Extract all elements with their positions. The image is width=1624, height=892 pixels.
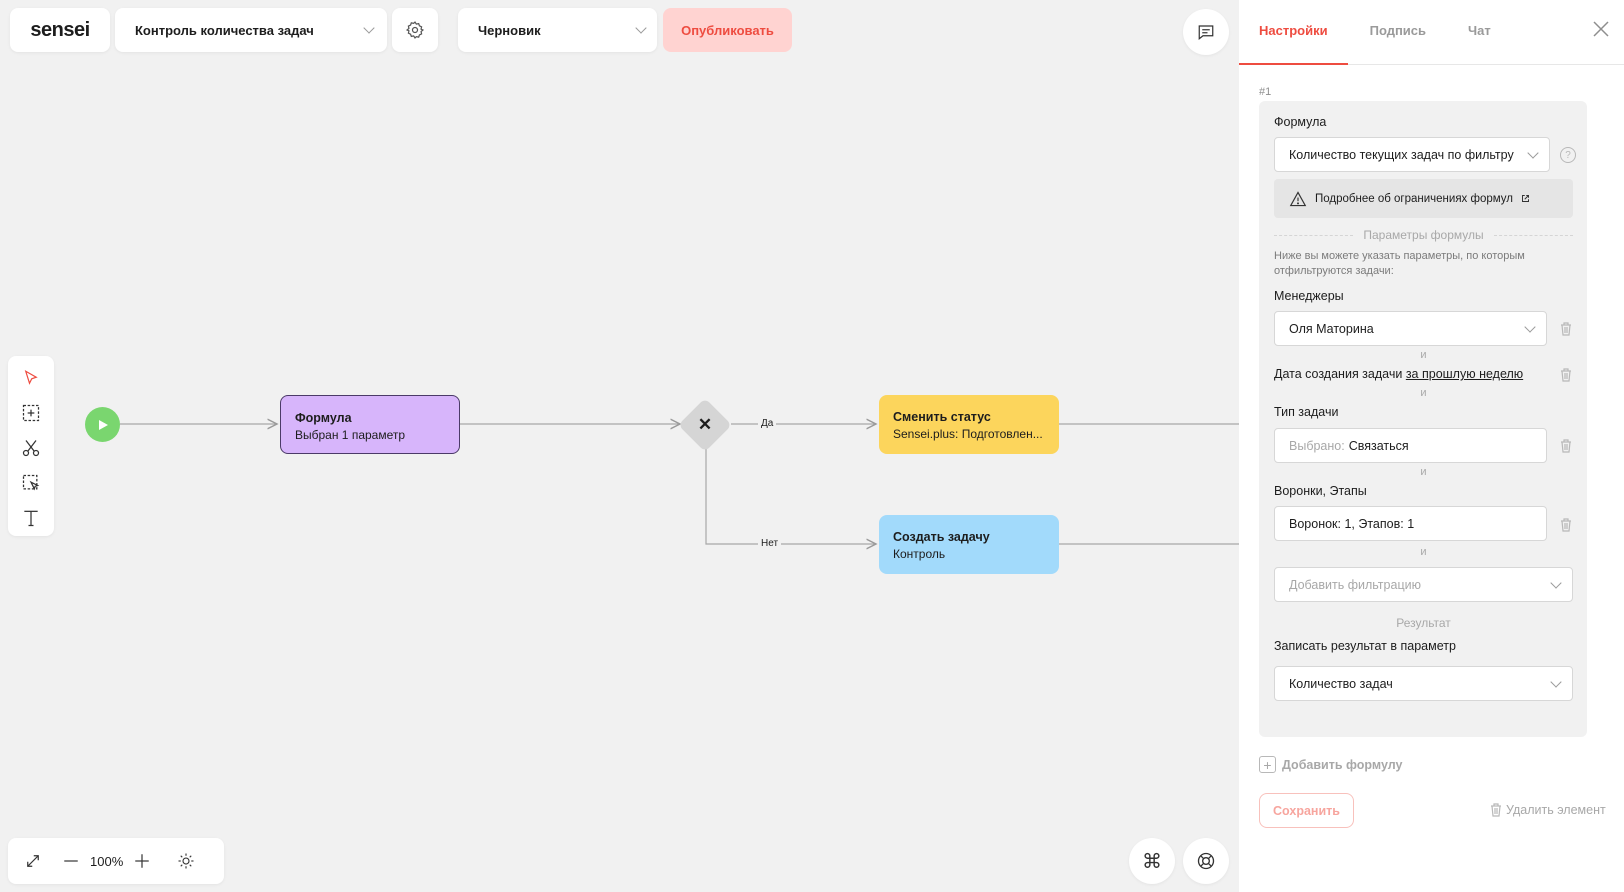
help-button[interactable]: [1183, 838, 1229, 884]
result-divider: Результат: [1274, 616, 1573, 630]
close-x-icon: ✕: [697, 415, 713, 434]
and-connector: и: [1420, 387, 1427, 399]
add-filter-placeholder: Добавить фильтрацию: [1289, 577, 1421, 592]
and-connector: и: [1420, 349, 1427, 361]
node-title: Создать задачу: [893, 530, 990, 544]
plus-icon: [135, 854, 149, 868]
funnels-label: Воронки, Этапы: [1274, 484, 1367, 498]
formula-limits-link[interactable]: Подробнее об ограничениях формул: [1274, 179, 1573, 218]
command-icon: ⌘: [1142, 850, 1162, 873]
funnels-value: Воронок: 1, Этапов: 1: [1289, 516, 1415, 531]
and-connector: и: [1420, 546, 1427, 558]
settings-panel: Настройки Подпись Чат #1 Формула Количес…: [1239, 0, 1624, 892]
result-label: Записать результат в параметр: [1274, 639, 1456, 653]
and-connector: и: [1420, 466, 1427, 478]
tab-settings[interactable]: Настройки: [1239, 23, 1348, 65]
edge-label-no: Нет: [758, 538, 782, 549]
node-create-task[interactable]: Создать задачу Контроль: [879, 515, 1059, 574]
save-button[interactable]: Сохранить: [1259, 793, 1354, 828]
add-filter-select[interactable]: Добавить фильтрацию: [1274, 567, 1573, 602]
node-title: Сменить статус: [893, 410, 991, 424]
formula-limits-text: Подробнее об ограничениях формул: [1315, 192, 1513, 205]
task-type-select[interactable]: Выбрано: Связаться: [1274, 428, 1547, 463]
chevron-down-icon: [1524, 320, 1536, 333]
task-type-label: Тип задачи: [1274, 405, 1339, 419]
help-icon[interactable]: ?: [1560, 147, 1576, 163]
minus-icon: [64, 860, 78, 862]
chevron-down-icon: [1550, 675, 1562, 688]
sun-icon: [178, 853, 194, 869]
add-formula-label: Добавить формулу: [1282, 757, 1403, 772]
chevron-down-icon: [1550, 576, 1562, 589]
params-divider-label: Параметры формулы: [1363, 228, 1484, 242]
close-icon[interactable]: [1592, 20, 1610, 38]
zoom-out-button[interactable]: [58, 848, 84, 874]
managers-select[interactable]: Оля Маторина: [1274, 311, 1547, 346]
result-param-select[interactable]: Количество задач: [1274, 666, 1573, 701]
start-node[interactable]: [85, 407, 120, 442]
result-value: Количество задач: [1289, 676, 1393, 691]
zoom-bar: 100%: [8, 838, 224, 884]
node-subtitle: Sensei.plus: Подготовлен...: [893, 427, 1043, 441]
node-change-status[interactable]: Сменить статус Sensei.plus: Подготовлен.…: [879, 395, 1059, 454]
result-divider-label: Результат: [1396, 616, 1451, 630]
delete-element-label: Удалить элемент: [1506, 803, 1606, 817]
external-link-icon: [1522, 195, 1529, 202]
trash-icon[interactable]: [1560, 439, 1572, 453]
date-label: Дата создания задачи: [1274, 367, 1403, 381]
fit-screen-button[interactable]: [20, 848, 46, 874]
plus-icon: +: [1259, 756, 1276, 773]
delete-element-button[interactable]: Удалить элемент: [1490, 803, 1606, 817]
trash-icon: [1491, 803, 1501, 817]
edge-label-yes: Да: [758, 418, 777, 429]
formula-label: Формула: [1274, 115, 1327, 129]
trash-icon[interactable]: [1560, 368, 1572, 382]
node-subtitle: Выбран 1 параметр: [295, 428, 406, 442]
node-formula[interactable]: Формула Выбран 1 параметр: [280, 395, 460, 454]
managers-label: Менеджеры: [1274, 289, 1344, 303]
formula-index: #1: [1259, 86, 1272, 98]
managers-value: Оля Маторина: [1289, 321, 1374, 336]
funnels-select[interactable]: Воронок: 1, Этапов: 1: [1274, 506, 1547, 541]
zoom-in-button[interactable]: [129, 848, 155, 874]
params-description: Ниже вы можете указать параметры, по кот…: [1274, 250, 1525, 277]
zoom-level: 100%: [90, 853, 124, 869]
play-icon: [98, 419, 108, 430]
expand-icon: [27, 855, 39, 867]
node-subtitle: Контроль: [893, 547, 946, 561]
date-value-link[interactable]: за прошлую неделю: [1406, 367, 1523, 381]
shortcuts-button[interactable]: ⌘: [1129, 838, 1175, 884]
formula-block: Формула Количество текущих задач по филь…: [1259, 101, 1587, 737]
task-type-value: Связаться: [1348, 438, 1409, 453]
trash-icon[interactable]: [1560, 322, 1572, 336]
node-title: Формула: [295, 411, 352, 425]
params-divider: Параметры формулы: [1274, 228, 1573, 242]
formula-value: Количество текущих задач по фильтру: [1289, 147, 1514, 162]
date-filter: Дата создания задачи за прошлую неделю: [1274, 367, 1523, 381]
chevron-down-icon: [1527, 146, 1539, 159]
trash-icon[interactable]: [1560, 518, 1572, 532]
formula-select[interactable]: Количество текущих задач по фильтру: [1274, 137, 1550, 172]
tab-chat[interactable]: Чат: [1468, 23, 1511, 64]
task-type-prefix: Выбрано:: [1289, 438, 1345, 453]
panel-tabs: Настройки Подпись Чат: [1239, 0, 1624, 65]
tab-signature[interactable]: Подпись: [1370, 23, 1446, 64]
theme-toggle-button[interactable]: [173, 848, 199, 874]
lifebuoy-icon: [1197, 852, 1215, 870]
warning-icon: [1289, 190, 1307, 206]
add-formula-button[interactable]: + Добавить формулу: [1259, 756, 1403, 773]
